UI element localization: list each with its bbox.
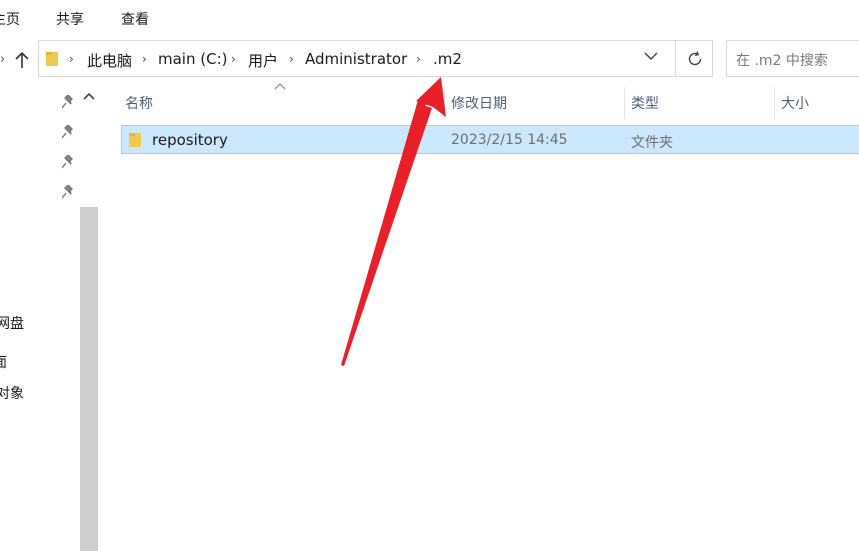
folder-icon: [129, 133, 141, 147]
scroll-up-icon[interactable]: [80, 88, 98, 106]
file-type: 文件夹: [631, 135, 673, 151]
tab-view[interactable]: 查看: [121, 9, 149, 29]
chevron-left-icon[interactable]: ›: [0, 52, 5, 67]
breadcrumb-separator-icon[interactable]: ›: [142, 52, 147, 66]
pin-icon[interactable]: [62, 95, 74, 109]
nav-scrollbar-thumb[interactable]: [80, 207, 98, 551]
column-header-size[interactable]: 大小: [781, 93, 809, 113]
column-divider[interactable]: [624, 87, 625, 119]
breadcrumb-drive-c[interactable]: main (C:): [158, 50, 227, 68]
sort-ascending-icon: [274, 83, 286, 90]
chevron-down-icon[interactable]: [644, 51, 658, 61]
column-header-name[interactable]: 名称: [125, 93, 153, 113]
nav-item-desktop[interactable]: 面: [0, 352, 7, 372]
pin-icon[interactable]: [62, 155, 74, 169]
column-divider[interactable]: [774, 87, 775, 119]
nav-item-netdisk[interactable]: 网盘: [0, 313, 24, 333]
file-row-repository[interactable]: repository 2023/2/15 14:45 文件夹: [121, 125, 859, 154]
column-divider[interactable]: [444, 87, 445, 119]
folder-icon: [46, 52, 58, 66]
column-header-type[interactable]: 类型: [631, 93, 659, 113]
breadcrumb-this-pc[interactable]: 此电脑: [87, 50, 132, 71]
search-input[interactable]: 在 .m2 中搜索: [726, 40, 859, 77]
up-arrow-icon[interactable]: [12, 50, 32, 70]
ribbon-tabs: 主页 共享 查看: [0, 0, 859, 36]
address-bar[interactable]: › 此电脑 › main (C:) › 用户 › Administrator ›…: [38, 40, 675, 77]
nav-item-3d-objects[interactable]: 对象: [0, 383, 24, 403]
file-name: repository: [152, 131, 228, 149]
column-header-modified[interactable]: 修改日期: [451, 93, 507, 113]
breadcrumb-separator-icon[interactable]: ›: [416, 52, 421, 66]
tab-share[interactable]: 共享: [56, 9, 84, 29]
pin-icon[interactable]: [62, 125, 74, 139]
refresh-button[interactable]: [675, 40, 713, 77]
breadcrumb-separator-icon[interactable]: ›: [289, 52, 294, 66]
annotation-arrow-icon: [341, 77, 446, 366]
refresh-icon: [688, 51, 702, 66]
breadcrumb-separator-icon: ›: [69, 52, 74, 66]
breadcrumb-users[interactable]: 用户: [248, 50, 278, 71]
tab-home[interactable]: 主页: [0, 9, 20, 29]
file-modified-date: 2023/2/15 14:45: [451, 132, 568, 148]
breadcrumb-administrator[interactable]: Administrator: [305, 50, 407, 68]
breadcrumb-separator-icon[interactable]: ›: [231, 52, 236, 66]
pin-icon[interactable]: [62, 185, 74, 199]
breadcrumb-m2[interactable]: .m2: [433, 50, 462, 68]
